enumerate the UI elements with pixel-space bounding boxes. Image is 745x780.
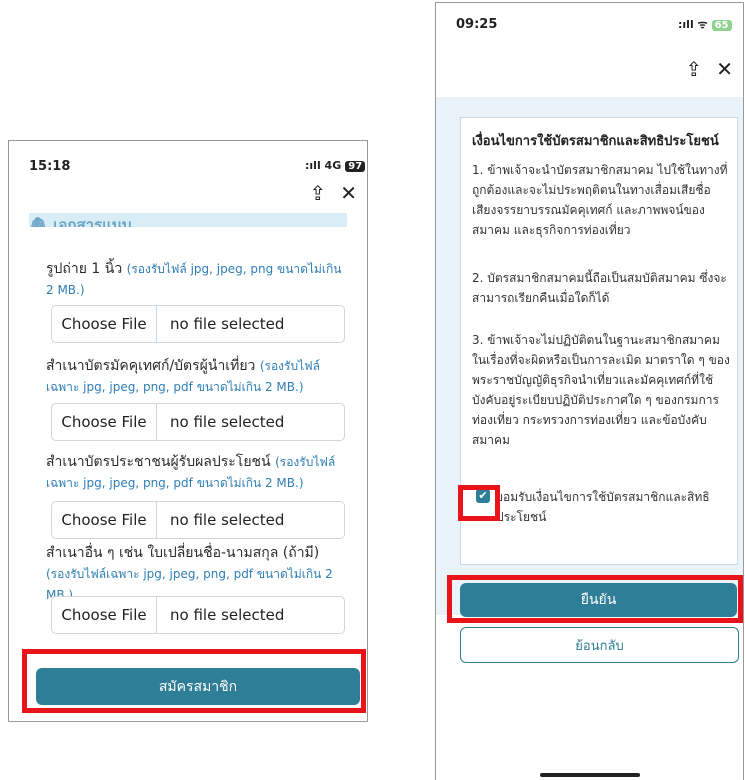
file-status: no file selected xyxy=(170,315,285,333)
battery-icon: 97 xyxy=(345,161,366,172)
highlight-accept-checkbox xyxy=(458,485,500,521)
close-icon[interactable]: ✕ xyxy=(340,181,357,205)
file-input-guide-card[interactable]: Choose File no file selected xyxy=(51,403,345,441)
attachments-section-header: 🖇 เอกสารแนบ xyxy=(29,213,347,227)
choose-file-button[interactable]: Choose File xyxy=(52,404,157,440)
field-label-guide-card: สำเนาบัตรมัคคุเทศก์/บัตรผู้นำเที่ยว (รอง… xyxy=(46,358,320,394)
battery-icon: 65 xyxy=(711,20,732,31)
choose-file-button[interactable]: Choose File xyxy=(52,597,157,633)
section-title: เอกสารแนบ xyxy=(53,216,132,227)
choose-file-button[interactable]: Choose File xyxy=(52,502,157,538)
right-phone-screen: 09:25 :ıll ᯤ 65 ⇪ ✕ เงื่อนไขการใช้บัตรสมาช… xyxy=(435,2,744,780)
top-actions: ⇪ ✕ xyxy=(295,181,357,205)
field-label-id-card: สำเนาบัตรประชาชนผู้รับผลประโยชน์ (รองรับ… xyxy=(46,454,336,490)
file-input-id-card[interactable]: Choose File no file selected xyxy=(51,501,345,539)
highlight-register-button xyxy=(22,649,366,713)
share-icon[interactable]: ⇪ xyxy=(685,57,702,81)
home-indicator xyxy=(540,773,640,777)
choose-file-button[interactable]: Choose File xyxy=(52,306,157,342)
left-phone-screen: 15:18 :ıll 4G 97 ⇪ ✕ 🖇 เอกสารแนบ รูปถ่าย 1… xyxy=(8,140,368,722)
file-status: no file selected xyxy=(170,606,285,624)
status-bar: 15:18 :ıll 4G 97 xyxy=(9,153,367,177)
share-icon[interactable]: ⇪ xyxy=(309,181,326,205)
status-time: 09:25 xyxy=(456,17,498,32)
file-status: no file selected xyxy=(170,413,285,431)
paperclip-icon: 🖇 xyxy=(29,216,49,227)
field-label-photo: รูปถ่าย 1 นิ้ว (รองรับไฟล์ jpg, jpeg, pn… xyxy=(46,261,342,297)
terms-paragraph-1: 1. ข้าพเจ้าจะนำบัตรสมาชิกสมาคม ไปใช้ในทา… xyxy=(472,163,728,237)
status-time: 15:18 xyxy=(29,159,71,174)
file-input-other-docs[interactable]: Choose File no file selected xyxy=(51,596,345,634)
highlight-confirm-button xyxy=(447,575,743,623)
terms-paragraph-3: 3. ข้าพเจ้าจะไม่ปฏิบัติตนในฐานะสมาชิกสมา… xyxy=(472,333,730,447)
signal-wifi-icon: :ıll ᯤ xyxy=(678,18,708,31)
file-input-photo[interactable]: Choose File no file selected xyxy=(51,305,345,343)
terms-paragraph-2: 2. บัตรสมาชิกสมาคมนี้ถือเป็นสมบัติสมาคม … xyxy=(472,271,727,305)
status-bar: 09:25 :ıll ᯤ 65 xyxy=(436,11,743,35)
signal-icon: :ıll 4G xyxy=(305,159,342,172)
file-status: no file selected xyxy=(170,511,285,529)
close-icon[interactable]: ✕ xyxy=(716,57,733,81)
accept-terms-label[interactable]: ยอมรับเงื่อนไขการใช้บัตรสมาชิกและสิทธิปร… xyxy=(496,487,724,527)
terms-title: เงื่อนไขการใช้บัตรสมาชิกและสิทธิประโยชน์ xyxy=(472,134,719,149)
back-button[interactable]: ย้อนกลับ xyxy=(460,627,739,663)
top-actions: ⇪ ✕ xyxy=(671,57,733,81)
